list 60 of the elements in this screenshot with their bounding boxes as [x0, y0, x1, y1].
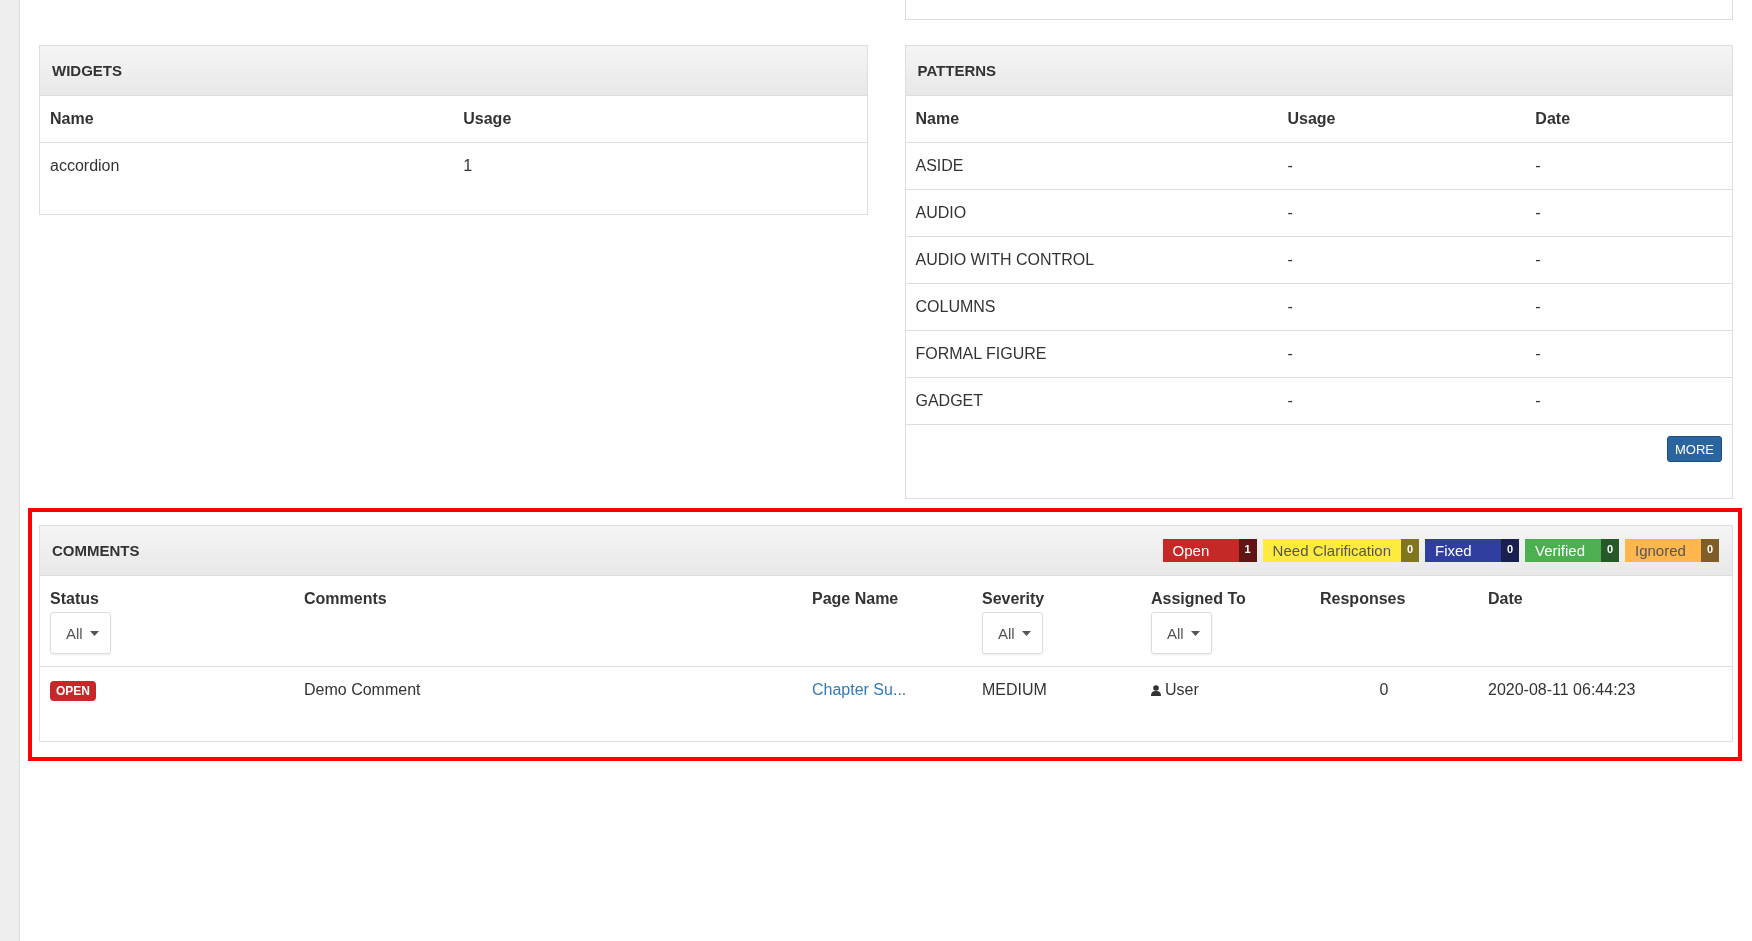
- caret-icon: [1021, 630, 1031, 636]
- table-cell: accordion: [40, 142, 454, 189]
- table-cell: -: [1525, 377, 1732, 424]
- column-header: Comments: [304, 589, 388, 609]
- panel-title: WIDGETS: [52, 62, 122, 79]
- table-cell: -: [1277, 189, 1526, 237]
- table-cell: 0: [1310, 666, 1478, 714]
- filter-select[interactable]: All: [50, 612, 111, 654]
- table-cell: ASIDE: [905, 142, 1278, 190]
- table-cell: 1: [453, 142, 867, 189]
- assignee-name: User: [1165, 680, 1199, 700]
- table-cell: AUDIO: [905, 189, 1278, 237]
- count-badge: 1: [1238, 539, 1257, 562]
- table-cell: -: [1525, 283, 1732, 331]
- panel-title: COMMENTS: [52, 542, 140, 559]
- column-header: Status: [50, 589, 100, 609]
- table-cell: Demo Comment: [294, 666, 802, 714]
- table-cell: -: [1277, 330, 1526, 378]
- table-cell: -: [1525, 142, 1732, 190]
- table-cell: AUDIO WITH CONTROL: [905, 236, 1278, 284]
- more-button[interactable]: MORE: [1667, 436, 1722, 462]
- table-cell: -: [1525, 189, 1732, 237]
- table-cell: -: [1277, 377, 1526, 424]
- column-header: Date: [1525, 96, 1732, 143]
- caret-icon: [1190, 630, 1200, 636]
- filter-select[interactable]: All: [982, 612, 1043, 654]
- table-cell: -: [1277, 236, 1526, 284]
- page-link[interactable]: Chapter Su...: [812, 681, 907, 699]
- column-header: Date: [1488, 589, 1524, 609]
- column-header: Assigned To: [1151, 589, 1247, 609]
- table-cell: COLUMNS: [905, 283, 1278, 331]
- table-cell: GADGET: [905, 377, 1278, 424]
- count-badge: 0: [1701, 539, 1719, 562]
- column-header: Name: [905, 96, 1278, 143]
- column-header: Responses: [1320, 589, 1407, 609]
- filter-select[interactable]: All: [1151, 612, 1212, 654]
- caret-icon: [89, 630, 99, 636]
- status-filter-button[interactable]: Ignored 0: [1625, 539, 1719, 562]
- panel-title: PATTERNS: [917, 62, 997, 79]
- column-header: Page Name: [812, 589, 900, 609]
- table-cell: FORMAL FIGURE: [905, 330, 1278, 378]
- table-cell: MEDIUM: [972, 666, 1141, 714]
- status-badge: OPEN: [50, 681, 96, 702]
- column-header: Severity: [982, 589, 1046, 609]
- table-cell: 2020-08-11 06:44:23: [1478, 666, 1732, 714]
- column-header: Usage: [453, 96, 867, 143]
- column-header: Name: [40, 96, 454, 143]
- status-filter-button[interactable]: Fixed 0: [1425, 539, 1519, 562]
- table-cell: -: [1525, 330, 1732, 378]
- person-icon: [1151, 684, 1161, 696]
- count-badge: 0: [1601, 539, 1619, 562]
- status-filter-button[interactable]: Verified 0: [1525, 539, 1619, 562]
- table-cell: -: [1525, 236, 1732, 284]
- table-cell: -: [1277, 283, 1526, 331]
- count-badge: 0: [1401, 539, 1419, 562]
- count-badge: 0: [1501, 539, 1519, 562]
- column-header: Usage: [1277, 96, 1526, 143]
- status-filter-button[interactable]: Open 1: [1162, 539, 1257, 562]
- table-cell: -: [1277, 142, 1526, 190]
- status-filter-button[interactable]: Need Clarification 0: [1262, 539, 1419, 562]
